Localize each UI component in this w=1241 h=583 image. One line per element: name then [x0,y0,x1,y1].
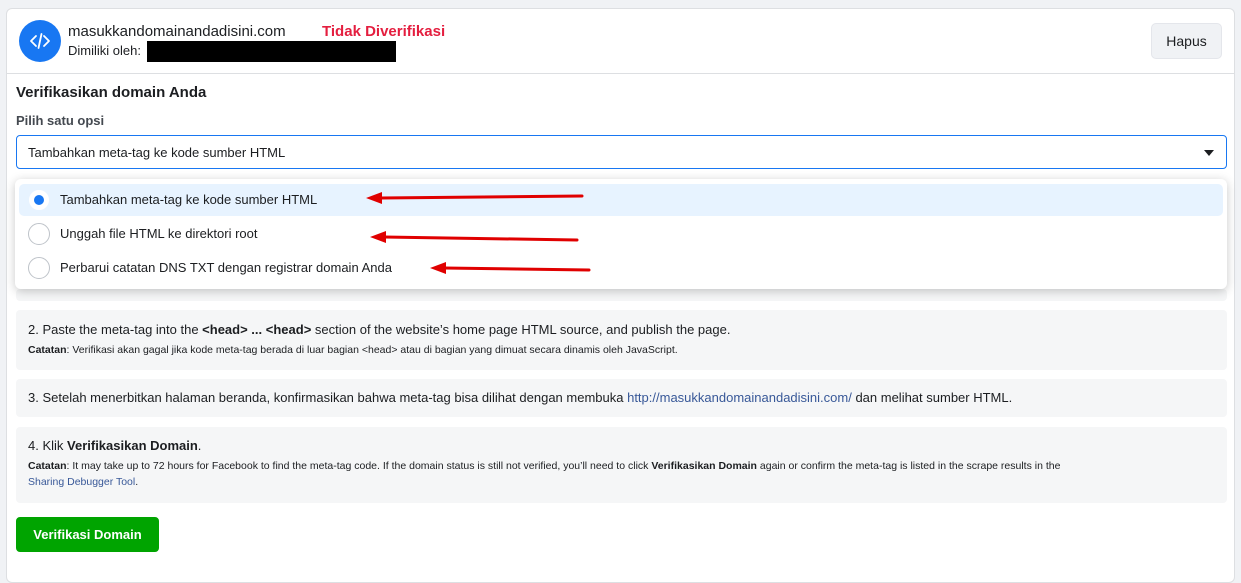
step-2-text: 2. Paste the meta-tag into the <head> ..… [28,322,731,337]
verify-domain-button[interactable]: Verifikasi Domain [16,517,159,552]
step-2-note: Catatan: Verifikasi akan gagal jika kode… [28,344,678,356]
caret-down-icon [1204,150,1214,156]
section-title: Verifikasikan domain Anda [16,84,207,101]
step-4-box: 4. Klik Verifikasikan Domain. Catatan: I… [16,427,1227,503]
owned-by-label: Dimiliki oleh: [68,43,141,58]
domain-header: masukkandomainandadisini.com Tidak Diver… [7,9,1234,74]
verification-method-select[interactable]: Tambahkan meta-tag ke kode sumber HTML [16,135,1227,169]
domain-card: masukkandomainandadisini.com Tidak Diver… [6,8,1235,583]
code-icon [19,20,61,62]
option-html-file[interactable]: Unggah file HTML ke direktori root [19,218,1223,250]
status-badge: Tidak Diverifikasi [322,23,446,40]
option-label: Tambahkan meta-tag ke kode sumber HTML [60,192,318,207]
step-4-text: 4. Klik Verifikasikan Domain. [28,438,202,453]
option-label: Perbarui catatan DNS TXT dengan registra… [60,260,392,275]
option-label: Unggah file HTML ke direktori root [60,226,258,241]
homepage-link[interactable]: http://masukkandomainandadisini.com/ [627,390,852,405]
step-1-box [16,289,1227,301]
sharing-debugger-link[interactable]: Sharing Debugger Tool [28,476,135,488]
option-dns-txt[interactable]: Perbarui catatan DNS TXT dengan registra… [19,252,1223,284]
select-value: Tambahkan meta-tag ke kode sumber HTML [28,145,286,160]
radio-unchecked-icon[interactable] [28,223,50,245]
step-4-note: Catatan: It may take up to 72 hours for … [28,460,1061,488]
step-3-text: 3. Setelah menerbitkan halaman beranda, … [28,390,1013,405]
redacted-owner [147,41,396,62]
option-meta-tag[interactable]: Tambahkan meta-tag ke kode sumber HTML [19,184,1223,216]
step-3-box: 3. Setelah menerbitkan halaman beranda, … [16,379,1227,417]
step-2-box: 2. Paste the meta-tag into the <head> ..… [16,310,1227,370]
radio-checked-icon[interactable] [28,189,50,211]
option-label: Pilih satu opsi [16,113,105,128]
radio-unchecked-icon[interactable] [28,257,50,279]
method-dropdown: Tambahkan meta-tag ke kode sumber HTML U… [15,179,1227,289]
domain-name: masukkandomainandadisini.com [68,23,286,40]
delete-button[interactable]: Hapus [1151,23,1222,59]
